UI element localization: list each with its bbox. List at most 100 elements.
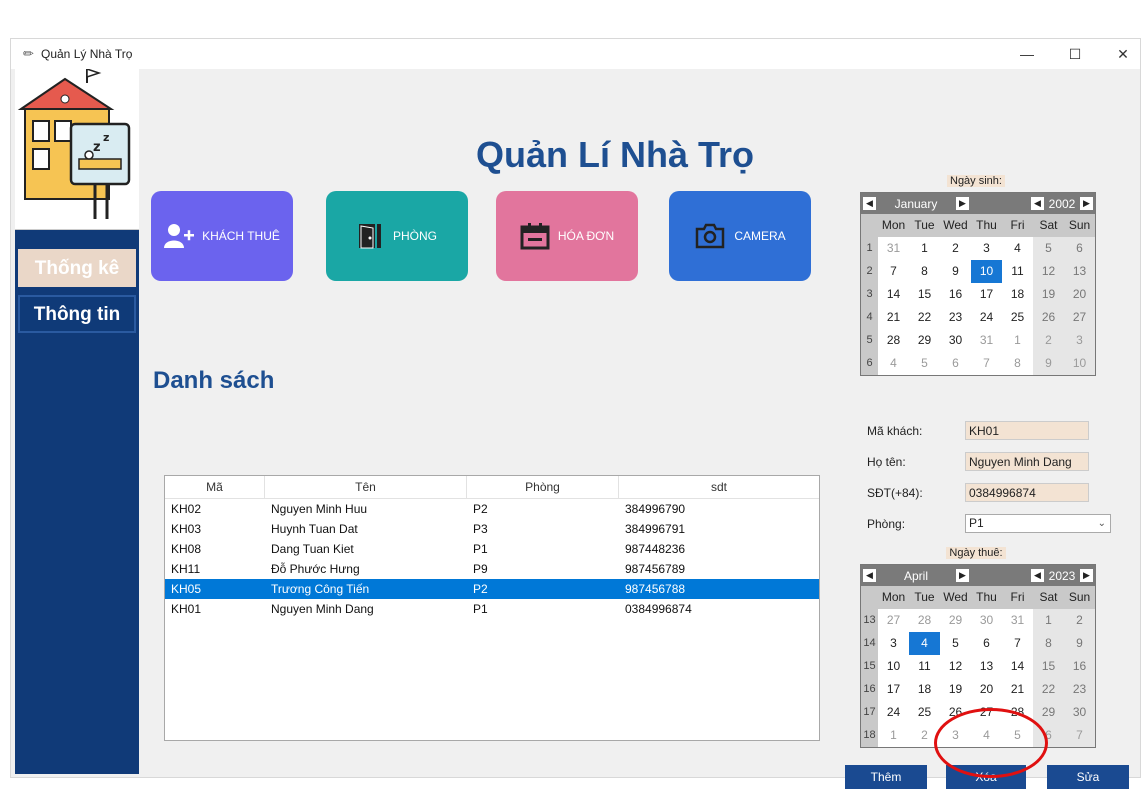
calendar-day[interactable]: 29 xyxy=(940,609,971,632)
sidebar-item-thong-tin[interactable]: Thông tin xyxy=(18,295,136,333)
calendar-day[interactable]: 27 xyxy=(1064,306,1095,329)
next-month-button[interactable]: ▶ xyxy=(956,197,969,210)
calendar-day[interactable]: 6 xyxy=(1033,724,1064,747)
calendar-day[interactable]: 4 xyxy=(1002,237,1033,260)
table-row[interactable]: KH01 Nguyen Minh Dang P1 0384996874 xyxy=(165,599,819,619)
close-button[interactable]: ✕ xyxy=(1103,43,1143,65)
calendar-day[interactable]: 29 xyxy=(1033,701,1064,724)
calendar-day[interactable]: 6 xyxy=(1064,237,1095,260)
calendar-day[interactable]: 16 xyxy=(1064,655,1095,678)
calendar-day[interactable]: 30 xyxy=(940,329,971,352)
prev-month-button[interactable]: ◀ xyxy=(863,569,876,582)
calendar-day[interactable]: 1 xyxy=(1033,609,1064,632)
calendar-day[interactable]: 26 xyxy=(940,701,971,724)
calendar-day[interactable]: 12 xyxy=(940,655,971,678)
phong-tile[interactable]: PHÒNG xyxy=(326,191,468,281)
hoa-don-tile[interactable]: HÓA ĐƠN xyxy=(496,191,638,281)
column-header[interactable]: Mã xyxy=(165,476,265,498)
calendar-day[interactable]: 31 xyxy=(878,237,909,260)
calendar-day[interactable]: 4 xyxy=(909,632,940,655)
calendar-day[interactable]: 10 xyxy=(971,260,1002,283)
column-header[interactable]: sdt xyxy=(619,476,819,498)
calendar-day[interactable]: 2 xyxy=(1033,329,1064,352)
calendar-day[interactable]: 8 xyxy=(1002,352,1033,375)
calendar-day[interactable]: 10 xyxy=(1064,352,1095,375)
calendar-day[interactable]: 5 xyxy=(909,352,940,375)
calendar-day[interactable]: 13 xyxy=(1064,260,1095,283)
ho-ten-input[interactable] xyxy=(965,452,1089,471)
delete-button[interactable]: Xóa xyxy=(946,765,1026,789)
calendar-day[interactable]: 5 xyxy=(1002,724,1033,747)
calendar-day[interactable]: 22 xyxy=(909,306,940,329)
calendar-day[interactable]: 5 xyxy=(940,632,971,655)
edit-button[interactable]: Sửa xyxy=(1047,765,1129,789)
calendar-day[interactable]: 9 xyxy=(1033,352,1064,375)
camera-tile[interactable]: CAMERA xyxy=(669,191,811,281)
calendar-day[interactable]: 26 xyxy=(1033,306,1064,329)
calendar-day[interactable]: 11 xyxy=(909,655,940,678)
table-row[interactable]: KH05 Trương Công Tiến P2 987456788 xyxy=(165,579,819,599)
calendar-day[interactable]: 27 xyxy=(878,609,909,632)
calendar-day[interactable]: 8 xyxy=(1033,632,1064,655)
calendar-day[interactable]: 5 xyxy=(1033,237,1064,260)
calendar-day[interactable]: 3 xyxy=(971,237,1002,260)
table-row[interactable]: KH02 Nguyen Minh Huu P2 384996790 xyxy=(165,499,819,519)
sidebar-item-thong-ke[interactable]: Thống kê xyxy=(18,249,136,287)
calendar-day[interactable]: 31 xyxy=(1002,609,1033,632)
sdt-input[interactable] xyxy=(965,483,1089,502)
calendar-day[interactable]: 21 xyxy=(1002,678,1033,701)
calendar-day[interactable]: 6 xyxy=(940,352,971,375)
calendar-day[interactable]: 3 xyxy=(878,632,909,655)
calendar-day[interactable]: 17 xyxy=(878,678,909,701)
calendar-day[interactable]: 25 xyxy=(1002,306,1033,329)
calendar-day[interactable]: 23 xyxy=(940,306,971,329)
calendar-day[interactable]: 31 xyxy=(971,329,1002,352)
calendar-day[interactable]: 4 xyxy=(971,724,1002,747)
prev-year-button[interactable]: ◀ xyxy=(1031,197,1044,210)
ma-khach-input[interactable] xyxy=(965,421,1089,440)
calendar-day[interactable]: 30 xyxy=(1064,701,1095,724)
calendar-day[interactable]: 18 xyxy=(1002,283,1033,306)
calendar-day[interactable]: 7 xyxy=(971,352,1002,375)
calendar-day[interactable]: 13 xyxy=(971,655,1002,678)
table-row[interactable]: KH08 Dang Tuan Kiet P1 987448236 xyxy=(165,539,819,559)
calendar-day[interactable]: 16 xyxy=(940,283,971,306)
calendar-day[interactable]: 17 xyxy=(971,283,1002,306)
calendar-day[interactable]: 2 xyxy=(940,237,971,260)
calendar-day[interactable]: 12 xyxy=(1033,260,1064,283)
calendar-day[interactable]: 25 xyxy=(909,701,940,724)
calendar-day[interactable]: 22 xyxy=(1033,678,1064,701)
calendar-day[interactable]: 14 xyxy=(878,283,909,306)
prev-year-button[interactable]: ◀ xyxy=(1031,569,1044,582)
table-row[interactable]: KH03 Huynh Tuan Dat P3 384996791 xyxy=(165,519,819,539)
calendar-day[interactable]: 19 xyxy=(1033,283,1064,306)
calendar-day[interactable]: 15 xyxy=(909,283,940,306)
calendar-day[interactable]: 2 xyxy=(909,724,940,747)
calendar-day[interactable]: 14 xyxy=(1002,655,1033,678)
calendar-day[interactable]: 20 xyxy=(1064,283,1095,306)
calendar-day[interactable]: 8 xyxy=(909,260,940,283)
calendar-day[interactable]: 28 xyxy=(1002,701,1033,724)
maximize-button[interactable]: ☐ xyxy=(1055,43,1095,65)
calendar-day[interactable]: 23 xyxy=(1064,678,1095,701)
calendar-day[interactable]: 3 xyxy=(940,724,971,747)
column-header[interactable]: Phòng xyxy=(467,476,619,498)
minimize-button[interactable]: — xyxy=(1007,43,1047,65)
calendar-day[interactable]: 15 xyxy=(1033,655,1064,678)
next-year-button[interactable]: ▶ xyxy=(1080,569,1093,582)
calendar-day[interactable]: 6 xyxy=(971,632,1002,655)
next-month-button[interactable]: ▶ xyxy=(956,569,969,582)
calendar-day[interactable]: 2 xyxy=(1064,609,1095,632)
calendar-day[interactable]: 7 xyxy=(878,260,909,283)
customer-table[interactable]: Mã Tên Phòng sdt KH02 Nguyen Minh Huu P2 38… xyxy=(164,475,820,741)
calendar-day[interactable]: 9 xyxy=(1064,632,1095,655)
column-header[interactable]: Tên xyxy=(265,476,467,498)
calendar-day[interactable]: 28 xyxy=(878,329,909,352)
phong-select[interactable]: P1 ⌄ xyxy=(965,514,1111,533)
calendar-day[interactable]: 21 xyxy=(878,306,909,329)
calendar-day[interactable]: 10 xyxy=(878,655,909,678)
calendar-day[interactable]: 24 xyxy=(971,306,1002,329)
calendar-day[interactable]: 18 xyxy=(909,678,940,701)
calendar-day[interactable]: 9 xyxy=(940,260,971,283)
calendar-day[interactable]: 1 xyxy=(909,237,940,260)
